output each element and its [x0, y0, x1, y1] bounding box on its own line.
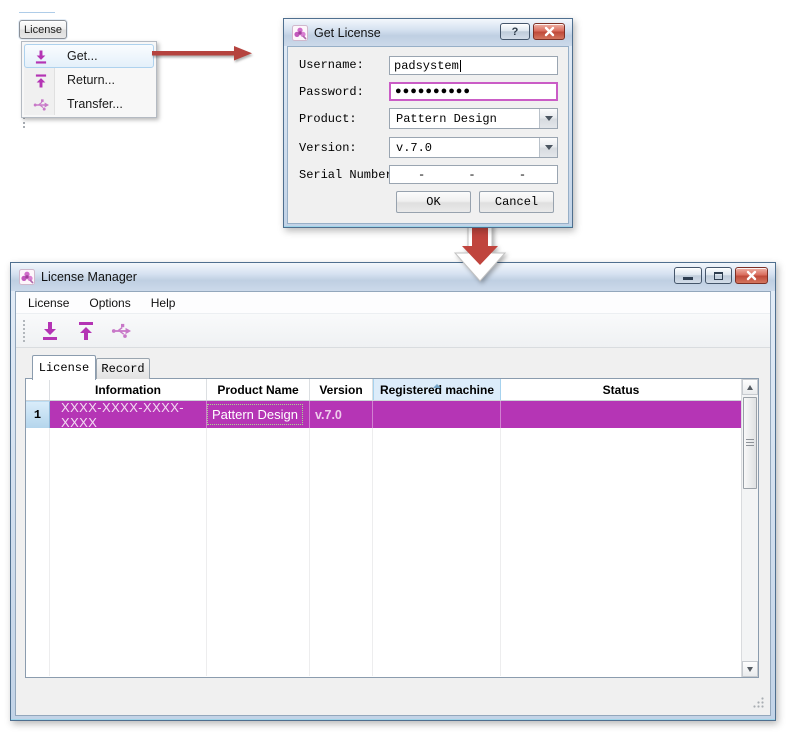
product-dropdown-button[interactable] [539, 109, 557, 128]
password-label: Password: [299, 85, 364, 100]
tab-strip: License Record [32, 354, 150, 379]
close-button[interactable] [533, 23, 565, 40]
username-label: Username: [299, 58, 364, 73]
menu-item-label: Transfer... [67, 97, 123, 111]
registered-machine-cell[interactable] [373, 401, 501, 428]
upload-icon[interactable] [75, 320, 97, 342]
tab-label: Record [101, 362, 144, 376]
password-dots: ●●●●●●●●●● [395, 86, 471, 98]
column-header-version[interactable]: Version [310, 379, 373, 400]
version-combobox[interactable]: v.7.0 [389, 137, 558, 158]
row-number-cell[interactable]: 1 [26, 401, 50, 428]
scroll-up-button[interactable] [742, 379, 758, 395]
app-flower-icon [292, 25, 308, 41]
tab-record[interactable]: Record [96, 358, 150, 379]
get-license-dialog: Get License ? Username: padsystem Passwo… [283, 18, 573, 228]
menu-item-label: Return... [67, 73, 115, 87]
maximize-button[interactable] [705, 267, 732, 284]
password-field[interactable]: ●●●●●●●●●● [389, 82, 558, 101]
menu-license[interactable]: License [20, 294, 77, 312]
help-question-icon: ? [512, 26, 519, 38]
vertical-scrollbar[interactable] [741, 379, 758, 677]
cancel-button[interactable]: Cancel [479, 191, 554, 213]
username-field[interactable]: padsystem [389, 56, 558, 75]
version-value: v.7.0 [390, 141, 539, 155]
resize-grip-icon[interactable] [752, 696, 765, 709]
table-row[interactable]: 1 XXXX-XXXX-XXXX-XXXX Pattern Design v.7… [26, 401, 741, 428]
version-cell[interactable]: v.7.0 [310, 401, 373, 428]
minimize-button[interactable] [674, 267, 702, 284]
dialog-title: Get License [314, 26, 381, 40]
tab-content-area: License Record Information Product Name … [16, 348, 770, 715]
minimize-icon [683, 277, 693, 280]
close-button[interactable] [735, 267, 768, 284]
tab-license[interactable]: License [32, 355, 96, 380]
serial-number-value: - - - [418, 168, 526, 182]
sort-ascending-icon [433, 380, 441, 388]
menu-item-transfer[interactable]: Transfer... [24, 92, 154, 116]
table-grid-lines [26, 428, 741, 676]
toolbar [16, 314, 770, 348]
toolbar-drag-handle[interactable] [23, 320, 25, 342]
help-button[interactable]: ? [500, 23, 530, 40]
serial-number-label: Serial Number: [299, 168, 400, 183]
chevron-down-icon [545, 116, 553, 125]
username-value: padsystem [394, 59, 459, 73]
dialog-titlebar[interactable]: Get License ? [284, 19, 572, 46]
product-combobox[interactable]: Pattern Design [389, 108, 558, 129]
menu-options[interactable]: Options [81, 294, 138, 312]
column-header-information[interactable]: Information [50, 379, 207, 400]
triangle-up-icon [747, 382, 753, 390]
column-header-status[interactable]: Status [501, 379, 741, 400]
download-icon [33, 49, 49, 65]
triangle-down-icon [747, 667, 753, 675]
license-manager-window: License Manager License Options Help [10, 262, 776, 721]
window-titlebar[interactable]: License Manager [11, 263, 775, 291]
serial-number-field[interactable]: - - - [389, 165, 558, 184]
menu-item-return[interactable]: Return... [24, 68, 154, 92]
version-label: Version: [299, 141, 357, 156]
close-icon [544, 26, 555, 37]
license-table-panel: Information Product Name Version Registe… [25, 378, 759, 678]
cropped-toolbar-handle [23, 117, 25, 128]
license-menu-button[interactable]: License [19, 20, 67, 39]
annotation-arrow-down [451, 219, 509, 285]
product-value: Pattern Design [390, 112, 539, 126]
window-title: License Manager [41, 270, 137, 284]
text-caret [460, 60, 461, 72]
cropped-window-edge [19, 12, 55, 13]
annotation-arrow-right [150, 42, 254, 66]
column-header-product-name[interactable]: Product Name [207, 379, 310, 400]
table-header-row: Information Product Name Version Registe… [26, 379, 741, 401]
close-icon [746, 270, 757, 281]
usb-icon[interactable] [111, 321, 131, 341]
app-flower-icon [19, 269, 35, 285]
column-header-rownum[interactable] [26, 379, 50, 400]
scroll-down-button[interactable] [742, 661, 758, 677]
download-icon[interactable] [39, 320, 61, 342]
thumb-grip-icon [746, 439, 754, 447]
scrollbar-thumb[interactable] [743, 397, 757, 489]
menu-help[interactable]: Help [143, 294, 184, 312]
menu-bar: License Options Help [16, 292, 770, 314]
license-dropdown-menu: Get... Return... Transfer... [21, 41, 157, 118]
dialog-body: Username: padsystem Password: ●●●●●●●●●●… [287, 46, 569, 224]
version-dropdown-button[interactable] [539, 138, 557, 157]
usb-icon [33, 97, 49, 113]
tab-label: License [39, 361, 89, 375]
status-cell[interactable] [501, 401, 741, 428]
window-client-area: License Options Help License Record [15, 291, 771, 716]
column-header-registered-machine[interactable]: Registered machine [373, 379, 501, 400]
information-cell[interactable]: XXXX-XXXX-XXXX-XXXX [50, 401, 207, 428]
product-label: Product: [299, 112, 357, 127]
ok-button[interactable]: OK [396, 191, 471, 213]
product-name-value: Pattern Design [207, 404, 303, 425]
chevron-down-icon [545, 145, 553, 154]
menu-item-get[interactable]: Get... [24, 44, 154, 68]
screenshot-canvas: License Get... Return... Transfer... Get… [0, 0, 786, 737]
upload-icon [33, 73, 49, 89]
menu-item-label: Get... [67, 49, 98, 63]
product-name-cell[interactable]: Pattern Design [207, 401, 310, 428]
maximize-icon [714, 272, 723, 280]
